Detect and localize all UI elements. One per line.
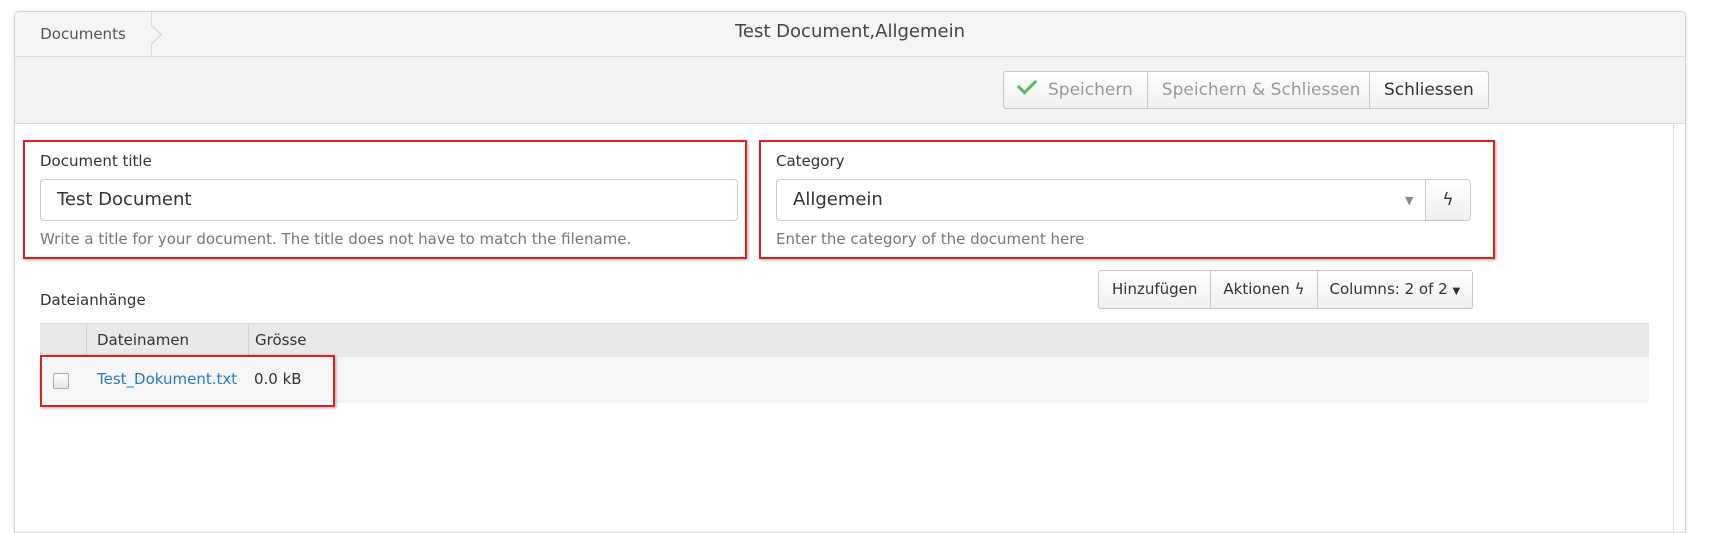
save-button-label: Speichern [1048, 80, 1133, 100]
save-button-group: Speichern Speichern & Schliessen [1003, 71, 1376, 109]
window-title: Test Document,Allgemein [735, 21, 965, 42]
close-button-group: Schliessen [1369, 71, 1489, 109]
document-title-label: Document title [40, 152, 152, 170]
bolt-icon: ϟ [1442, 190, 1454, 210]
attachments-title: Dateianhänge [40, 291, 146, 309]
category-select-value: Allgemein [793, 189, 883, 210]
title-bar: Documents Test Document,Allgemein [15, 12, 1685, 57]
column-header-size[interactable]: Grösse [255, 331, 307, 349]
document-dialog: Documents Test Document,Allgemein Speich… [14, 11, 1686, 533]
form-content: Document title Test Document Write a tit… [15, 124, 1674, 532]
category-label: Category [776, 152, 845, 170]
save-and-close-button[interactable]: Speichern & Schliessen [1146, 72, 1375, 108]
bolt-icon: ϟ [1294, 280, 1305, 298]
row-checkbox[interactable] [53, 373, 69, 389]
document-title-help: Write a title for your document. The tit… [40, 230, 632, 248]
breadcrumb-documents[interactable]: Documents [15, 12, 152, 56]
actions-button-label: Aktionen [1223, 280, 1290, 298]
close-button[interactable]: Schliessen [1370, 72, 1488, 108]
attachments-table-header: Dateinamen Grösse [40, 323, 1649, 358]
category-help: Enter the category of the document here [776, 230, 1085, 248]
column-separator [86, 324, 87, 357]
actions-button[interactable]: Aktionen ϟ [1210, 271, 1316, 308]
add-attachment-button[interactable]: Hinzufügen [1099, 271, 1210, 308]
category-quick-action-button[interactable]: ϟ [1425, 179, 1471, 221]
toolbar: Speichern Speichern & Schliessen Schlies… [15, 57, 1685, 124]
table-row[interactable]: Test_Dokument.txt 0.0 kB [40, 357, 1649, 403]
save-button[interactable]: Speichern [1004, 72, 1147, 108]
column-separator [248, 324, 249, 357]
category-select[interactable]: Allgemein [776, 179, 1426, 221]
columns-button[interactable]: Columns: 2 of 2 ▼ [1316, 271, 1473, 308]
file-size: 0.0 kB [254, 370, 302, 388]
column-header-filename[interactable]: Dateinamen [97, 331, 189, 349]
file-link[interactable]: Test_Dokument.txt [97, 370, 237, 388]
caret-down-icon: ▼ [1405, 194, 1414, 207]
check-icon [1016, 74, 1038, 95]
document-title-input[interactable]: Test Document [40, 179, 738, 221]
columns-button-label: Columns: 2 of 2 [1329, 280, 1448, 298]
attachments-toolbar: Hinzufügen Aktionen ϟ Columns: 2 of 2 ▼ [1098, 270, 1474, 309]
caret-down-icon: ▼ [1452, 286, 1461, 297]
